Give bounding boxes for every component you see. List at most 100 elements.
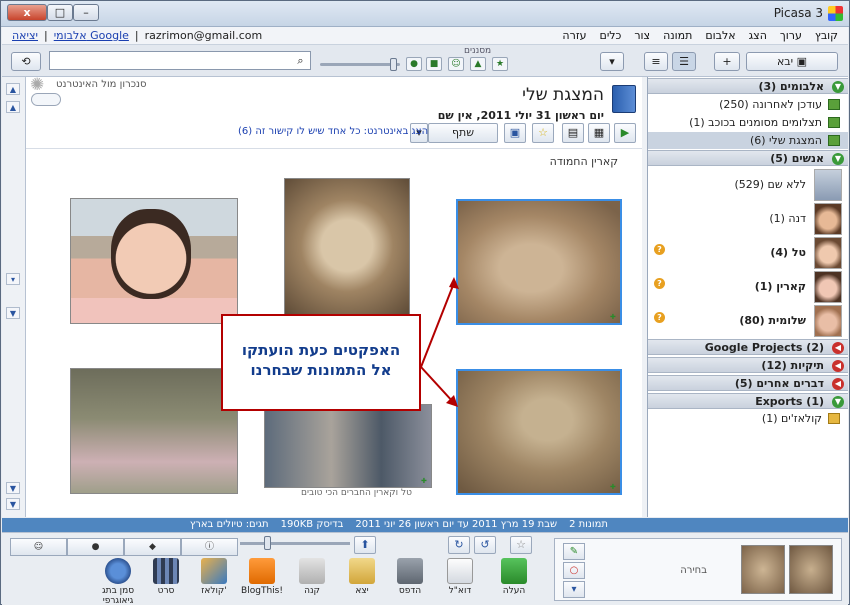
photo-sleeping-sepia-selected[interactable]: ✚ — [456, 199, 622, 325]
filter-video-icon[interactable]: ■ — [426, 57, 442, 71]
star-button[interactable]: ☆ — [532, 123, 554, 143]
section-people[interactable]: אנשים (5) ▼ — [648, 150, 848, 166]
zoom-slider[interactable] — [240, 536, 350, 550]
photo-baby-blanket[interactable] — [70, 368, 238, 494]
people-view-button[interactable]: ⟲ — [11, 52, 41, 71]
collapse-icon[interactable]: ▼ — [832, 81, 844, 93]
info-tab-icon[interactable]: ⓘ — [181, 538, 238, 556]
person-label: דנה (1) — [769, 212, 806, 225]
upload-button[interactable]: העלה — [490, 558, 538, 604]
scroll-up-icon[interactable]: ▲ — [6, 101, 20, 113]
zoom-fit-icon[interactable]: ⬆ — [354, 536, 376, 554]
sidebar-item-starred[interactable]: תצלומים מסומנים בכוכב (1) — [648, 114, 848, 131]
web-albums-link[interactable]: אלבומי Google — [54, 29, 129, 42]
person-dana[interactable]: דנה (1) — [648, 202, 848, 236]
question-icon[interactable]: ? — [654, 244, 665, 255]
menu-file[interactable]: קובץ — [815, 29, 838, 42]
expand-icon[interactable]: ◀ — [832, 378, 844, 390]
question-icon[interactable]: ? — [654, 312, 665, 323]
collapse-icon[interactable]: ▼ — [832, 153, 844, 165]
collage-button[interactable]: ▦ — [588, 123, 610, 143]
slider-knob[interactable] — [390, 58, 397, 71]
movie-tray-button[interactable]: סרט — [142, 558, 190, 604]
save-button[interactable]: ▣ — [504, 123, 526, 143]
menu-help[interactable]: עזרה — [562, 29, 586, 42]
callout-line-1: האפקטים כעת הועתקו — [241, 341, 401, 359]
search-input[interactable]: ⌕ — [49, 51, 311, 70]
photo-baby-beach[interactable] — [70, 198, 238, 324]
section-other-stuff[interactable]: דברים אחרים (5) ◀ — [648, 375, 848, 391]
collapse-icon[interactable]: ▼ — [832, 396, 844, 408]
new-album-button[interactable]: ▾ — [600, 52, 624, 71]
maximize-button[interactable]: □ — [47, 4, 73, 21]
collage-tray-button[interactable]: קולאז' — [190, 558, 238, 604]
export-button[interactable]: יצא — [338, 558, 386, 604]
menu-edit[interactable]: ערוך — [780, 29, 802, 42]
geotag-tab-icon[interactable]: ● — [67, 538, 124, 556]
sidebar-item-my-slideshow[interactable]: המצגת שלי (6) — [648, 132, 848, 149]
menu-create[interactable]: צור — [634, 29, 650, 42]
person-label: טל (4) — [770, 246, 806, 259]
sync-toggle[interactable] — [31, 93, 61, 106]
share-button[interactable]: שתף — [428, 123, 498, 143]
filter-uploaded-icon[interactable]: ▲ — [470, 57, 486, 71]
expand-icon[interactable]: ◀ — [832, 342, 844, 354]
minimize-button[interactable]: – — [73, 4, 99, 21]
shop-button[interactable]: קנה — [288, 558, 336, 604]
person-tab-icon[interactable]: ☺ — [10, 538, 67, 556]
geotag-button[interactable]: סמן בתג גיאוגרפי — [94, 558, 142, 605]
scroll-down-icon[interactable]: ▼ — [6, 307, 20, 319]
person-unnamed[interactable]: ללא שם (529) — [648, 168, 848, 202]
person-karin[interactable]: ? קארין (1) — [648, 270, 848, 304]
question-icon[interactable]: ? — [654, 278, 665, 289]
selected-thumb-1[interactable] — [741, 545, 785, 594]
section-google-projects[interactable]: Google Projects (2) ◀ — [648, 339, 848, 355]
print-button[interactable]: הדפס — [386, 558, 434, 604]
hold-selection-icon[interactable]: ✎ — [563, 543, 585, 560]
clear-selection-icon[interactable]: ○ — [563, 562, 585, 579]
email-button[interactable]: דוא"ל — [436, 558, 484, 604]
star-icon[interactable]: ☆ — [510, 536, 532, 554]
logout-link[interactable]: יציאה — [12, 29, 38, 42]
sidebar-item-collages[interactable]: קולאז'ים (1) — [648, 410, 848, 427]
filter-faces-icon[interactable]: ☺ — [448, 57, 464, 71]
blogthis-button[interactable]: BlogThis! — [238, 558, 286, 604]
tag-tab-icon[interactable]: ◆ — [124, 538, 181, 556]
add-to-album-button[interactable]: + — [714, 52, 740, 71]
photo-toddler-sepia-selected[interactable]: ✚ — [456, 369, 622, 495]
import-button[interactable]: יבא ▣ — [746, 52, 838, 71]
scroll-bottom-icon[interactable]: ▼ — [6, 482, 20, 494]
expand-icon[interactable]: ◀ — [832, 360, 844, 372]
section-albums[interactable]: אלבומים (3) ▼ — [648, 78, 848, 94]
rotate-right-icon[interactable]: ↻ — [448, 536, 470, 554]
thumb-view-button[interactable]: ☰ — [672, 52, 696, 71]
photo-two-strollers[interactable]: ✚ — [264, 404, 432, 488]
album-date[interactable]: יום ראשון 31 יולי 2011, אין שם — [438, 109, 604, 122]
share-link[interactable]: הצג באינטרנט: כל אחד שיש לו קישור זה (6) — [238, 126, 428, 137]
filter-geotag-icon[interactable]: ● — [406, 57, 422, 71]
filter-starred-icon[interactable]: ★ — [492, 57, 508, 71]
menu-view[interactable]: הצג — [749, 29, 767, 42]
person-shlomit[interactable]: ? שלומית (80) — [648, 304, 848, 338]
album-title[interactable]: המצגת שלי — [522, 85, 604, 105]
zoom-knob[interactable] — [264, 536, 271, 550]
slideshow-play-button[interactable]: ▶ — [614, 123, 636, 143]
menu-tools[interactable]: כלים — [600, 29, 622, 42]
list-view-button[interactable]: ≡ — [644, 52, 668, 71]
scroll-end-icon[interactable]: ▼ — [6, 498, 20, 510]
menu-picture[interactable]: תמונה — [663, 29, 692, 42]
scroll-top-icon[interactable]: ▲ — [6, 83, 20, 95]
sidebar-item-recently-updated[interactable]: עודכן לאחרונה (250) — [648, 96, 848, 113]
close-button[interactable]: x — [7, 4, 47, 21]
person-tal[interactable]: ? טל (4) — [648, 236, 848, 270]
section-folders[interactable]: תיקיות (12) ◀ — [648, 357, 848, 373]
scroll-mid-icon[interactable]: ▾ — [6, 273, 20, 285]
menu-album[interactable]: אלבום — [705, 29, 735, 42]
add-to-album-icon[interactable]: ▾ — [563, 581, 585, 598]
selected-thumb-2[interactable] — [789, 545, 833, 594]
quick-filter-slider[interactable] — [320, 58, 400, 71]
movie-button[interactable]: ▤ — [562, 123, 584, 143]
rotate-left-icon[interactable]: ↺ — [474, 536, 496, 554]
photo-sepia-baby[interactable] — [284, 178, 410, 328]
section-exports[interactable]: Exports (1) ▼ — [648, 393, 848, 409]
